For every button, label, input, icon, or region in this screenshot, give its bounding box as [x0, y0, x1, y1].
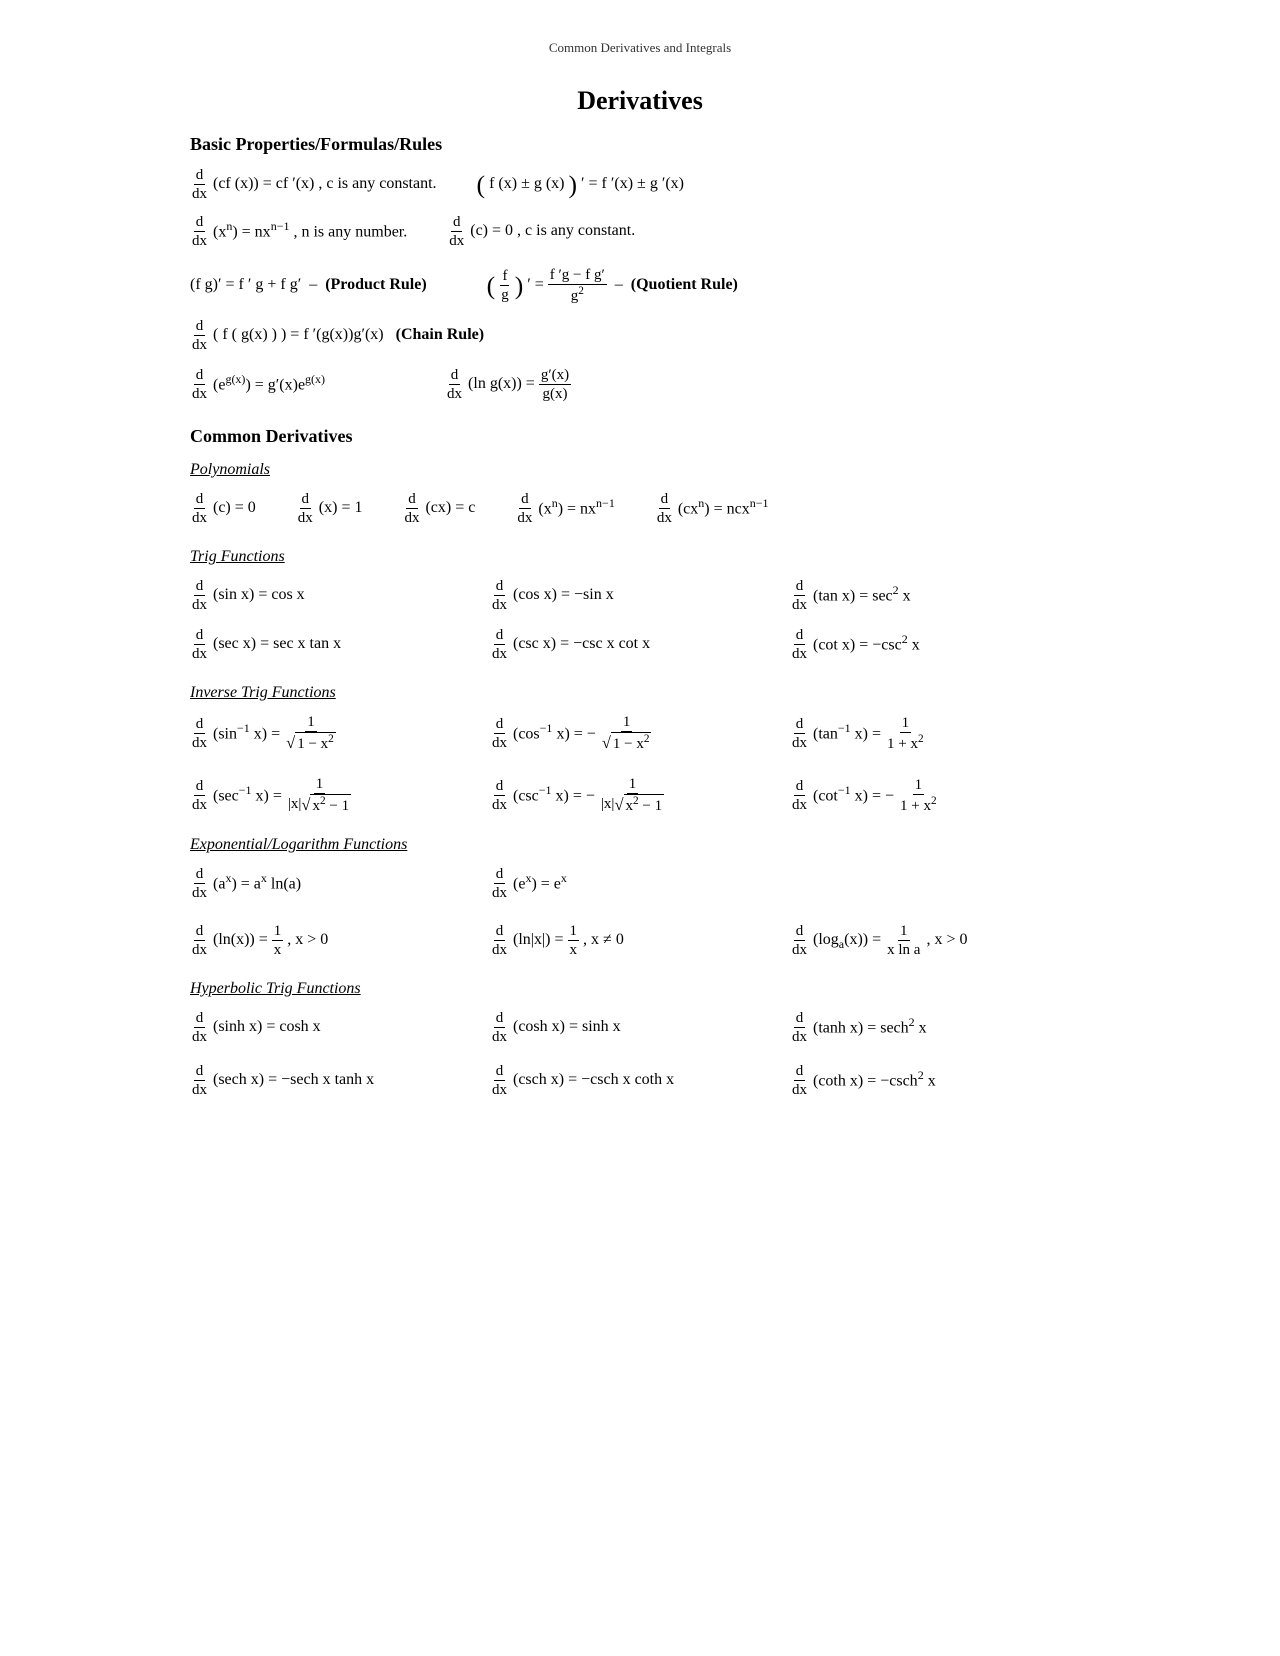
inv-cos: ddx (cos−1 x) = − 1 √ 1 − x2: [490, 713, 790, 753]
trig-title: Trig Functions: [190, 548, 1090, 566]
basic-formula3: d dx (xn) = nxn−1 , n is any number.: [190, 213, 407, 250]
quotient-rule: ( f g ) ′ = f ′g − f g′ g2 – (Quotient R…: [487, 266, 738, 305]
ln-deriv: d dx (ln g(x)) = g′(x) g(x): [445, 366, 571, 403]
header-title: Common Derivatives and Integrals: [549, 40, 731, 55]
deriv-frac1: d dx: [190, 166, 209, 203]
inv-trig-grid: ddx (sin−1 x) = 1 √ 1 − x2 ddx (cos−1 x)…: [190, 710, 1090, 818]
inv-sin: ddx (sin−1 x) = 1 √ 1 − x2: [190, 713, 490, 753]
trig-csc: ddx (csc x) = −csc x cot x: [490, 626, 790, 663]
hyp-trig-grid: ddx (sinh x) = cosh x ddx (cosh x) = sin…: [190, 1006, 1090, 1102]
product-rule: (f g)′ = f ′ g + f g′ – (Product Rule): [190, 270, 427, 300]
trig-grid: ddx (sin x) = cos x ddx (cos x) = −sin x…: [190, 574, 1090, 666]
poly2: ddx (x) = 1: [296, 490, 363, 527]
basic-formula4: d dx (c) = 0 , c is any constant.: [447, 213, 635, 250]
cosh-deriv: ddx (cosh x) = sinh x: [490, 1009, 790, 1046]
trig-tan: ddx (tan x) = sec2 x: [790, 577, 1090, 614]
coth-deriv: ddx (coth x) = −csch2 x: [790, 1062, 1090, 1099]
exp-log-title: Exponential/Logarithm Functions: [190, 836, 1090, 854]
inv-sec: ddx (sec−1 x) = 1 |x| √ x2 − 1: [190, 775, 490, 815]
log-a-x-deriv: ddx (loga(x)) = 1 x ln a , x > 0: [790, 922, 1090, 959]
main-title-text: Derivatives: [577, 86, 703, 115]
ex-deriv: ddx (ex) = ex: [490, 865, 790, 902]
ln-abs-x-deriv: ddx (ln|x|) = 1 x , x ≠ 0: [490, 922, 790, 959]
inv-tan: ddx (tan−1 x) = 1 1 + x2: [790, 713, 1090, 753]
basic-row5: d dx (eg(x)) = g′(x)eg(x) d dx (ln g(x))…: [190, 363, 1090, 406]
main-title: Derivatives: [190, 86, 1090, 116]
sinh-deriv: ddx (sinh x) = cosh x: [190, 1009, 490, 1046]
exp-deriv: d dx (eg(x)) = g′(x)eg(x): [190, 366, 325, 403]
page-header: Common Derivatives and Integrals: [190, 40, 1090, 56]
poly1: ddx (c) = 0: [190, 490, 256, 527]
cf-formula: (cf (x)) = cf ′(x) , c is any constant.: [213, 169, 437, 199]
poly4: ddx (xn) = nxn−1: [515, 490, 614, 527]
ax-deriv: ddx (ax) = ax ln(a): [190, 865, 490, 902]
basic-row2: d dx (xn) = nxn−1 , n is any number. d d…: [190, 210, 1090, 253]
basic-row3: (f g)′ = f ′ g + f g′ – (Product Rule) (…: [190, 263, 1090, 308]
page: Common Derivatives and Integrals Derivat…: [190, 0, 1090, 1182]
basic-formula1: d dx (cf (x)) = cf ′(x) , c is any const…: [190, 166, 437, 203]
hyp-trig-title: Hyperbolic Trig Functions: [190, 980, 1090, 998]
sech-deriv: ddx (sech x) = −sech x tanh x: [190, 1062, 490, 1099]
exp-log-grid: ddx (ax) = ax ln(a) ddx (ex) = ex ddx (l…: [190, 862, 1090, 962]
trig-cos: ddx (cos x) = −sin x: [490, 577, 790, 614]
tanh-deriv: ddx (tanh x) = sech2 x: [790, 1009, 1090, 1046]
poly5: ddx (cxn) = ncxn−1: [655, 490, 769, 527]
basic-title: Basic Properties/Formulas/Rules: [190, 134, 1090, 155]
basic-row4: d dx ( f ( g(x) ) ) = f ′(g(x))g′(x) (Ch…: [190, 314, 1090, 357]
poly-row1: ddx (c) = 0 ddx (x) = 1 ddx (cx) = c ddx…: [190, 487, 1090, 530]
ln-x-deriv: ddx (ln(x)) = 1 x , x > 0: [190, 922, 490, 959]
poly3: ddx (cx) = c: [402, 490, 475, 527]
inv-trig-title: Inverse Trig Functions: [190, 684, 1090, 702]
basic-row1: d dx (cf (x)) = cf ′(x) , c is any const…: [190, 163, 1090, 206]
basic-formula2: ( f (x) ± g (x) ) ′ = f ′(x) ± g ′(x): [477, 169, 684, 199]
trig-cot: ddx (cot x) = −csc2 x: [790, 626, 1090, 663]
common-section: Common Derivatives Polynomials ddx (c) =…: [190, 426, 1090, 1102]
common-title: Common Derivatives: [190, 426, 1090, 447]
trig-sin: ddx (sin x) = cos x: [190, 577, 490, 614]
csch-deriv: ddx (csch x) = −csch x coth x: [490, 1062, 790, 1099]
inv-cot: ddx (cot−1 x) = − 1 1 + x2: [790, 775, 1090, 815]
chain-rule: d dx ( f ( g(x) ) ) = f ′(g(x))g′(x) (Ch…: [190, 317, 484, 354]
polynomials-title: Polynomials: [190, 461, 1090, 479]
trig-sec: ddx (sec x) = sec x tan x: [190, 626, 490, 663]
inv-csc: ddx (csc−1 x) = − 1 |x| √ x2 − 1: [490, 775, 790, 815]
basic-section: Basic Properties/Formulas/Rules d dx (cf…: [190, 134, 1090, 406]
